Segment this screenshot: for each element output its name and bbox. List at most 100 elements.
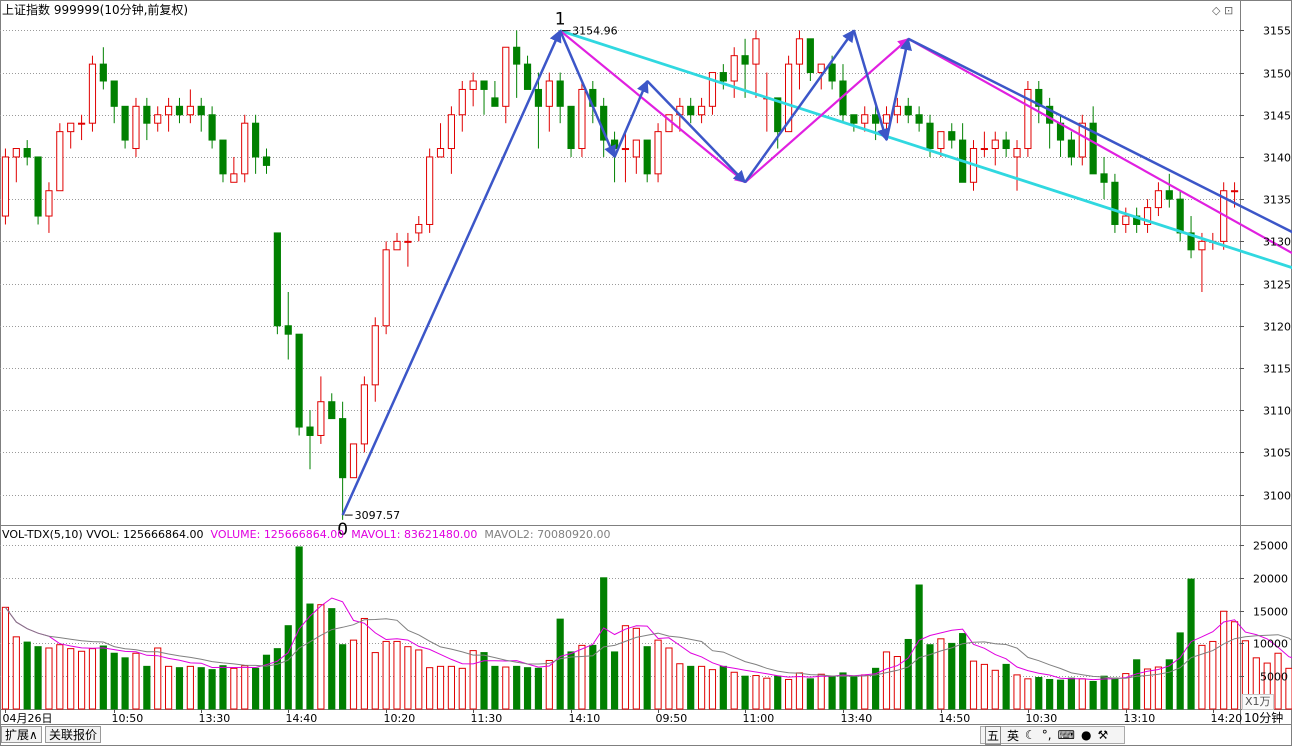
ime-lang[interactable]: 英	[1007, 727, 1019, 744]
volume-bar	[687, 665, 695, 710]
time-tick-label: 13:10	[1124, 712, 1156, 725]
candle-body	[458, 88, 466, 116]
time-tick-label: 10:30	[1026, 712, 1058, 725]
keyboard-icon[interactable]: ⌨	[1058, 728, 1075, 742]
candle-body	[1067, 139, 1075, 158]
candle	[67, 122, 75, 149]
volume-bar	[785, 678, 793, 710]
volume-bar	[208, 669, 216, 710]
candle-body	[1122, 215, 1130, 225]
volume-bar	[1078, 678, 1086, 710]
volume-tick-label: 25000	[1253, 540, 1288, 553]
candle	[687, 97, 695, 124]
candle	[88, 55, 97, 132]
volume-bar	[502, 666, 510, 710]
candle	[132, 97, 140, 157]
expand-tab[interactable]: 扩展∧	[1, 726, 42, 743]
candle-body	[426, 156, 434, 225]
candle-body	[1176, 198, 1184, 234]
wave-segment-magenta	[744, 37, 910, 184]
volume-bar	[600, 577, 608, 710]
candle-body	[360, 384, 368, 445]
volume-bar	[469, 650, 477, 710]
wave-lines	[341, 29, 1292, 516]
volume-bar	[534, 667, 543, 710]
candle-body	[56, 131, 64, 192]
mavol2-value: 70080920.00	[537, 528, 611, 541]
candle	[306, 410, 314, 470]
volume-bar	[969, 660, 978, 710]
candle	[34, 156, 42, 225]
window-control-icons[interactable]: ◇ ⊡	[1212, 4, 1233, 18]
volume-bar	[1067, 677, 1075, 710]
candle	[284, 292, 292, 360]
period-label[interactable]: 10分钟	[1244, 711, 1283, 725]
volume-bar	[610, 651, 619, 710]
instrument-name: 上证指数	[2, 3, 51, 17]
candle-body	[861, 114, 869, 124]
candle	[121, 105, 129, 149]
candle	[143, 97, 151, 141]
time-axis-ticks: 04月26日 10:50 13:30 14:40 10:20 11:30 14:10 09:5…	[3, 709, 1242, 725]
volume-bar	[306, 603, 314, 710]
candle	[632, 139, 640, 174]
candle	[752, 30, 760, 98]
volume-bar	[523, 667, 532, 710]
moon-icon[interactable]: ☾	[1025, 728, 1036, 742]
volume-bar	[545, 659, 553, 710]
volume-scale-label: X1万	[1242, 694, 1274, 710]
volume-bar	[915, 584, 923, 710]
candle	[317, 376, 325, 444]
kline-chart[interactable]: 13154.9603097.5710 310031053110311531203…	[0, 0, 1292, 746]
volume-indicator-name[interactable]: VOL-TDX(5,10)	[2, 528, 83, 541]
candle	[426, 148, 434, 233]
candle-body	[175, 105, 184, 116]
user-icon[interactable]: ●	[1081, 728, 1091, 742]
volume-bar	[252, 667, 260, 710]
volume-bar	[34, 646, 42, 710]
candle	[1056, 114, 1065, 157]
candle-body	[523, 63, 532, 90]
ime-mode[interactable]: 五	[985, 725, 1002, 745]
volume-bar	[426, 667, 434, 710]
volume-bar	[850, 675, 858, 710]
volume-bar	[882, 651, 891, 710]
volume-tick-label: 5000	[1260, 671, 1288, 684]
related-quotes-tab[interactable]: 关联报价	[45, 726, 102, 743]
volume-bar	[121, 657, 129, 710]
candle-body	[262, 156, 271, 166]
volume-bar	[513, 665, 521, 710]
candle-body	[850, 114, 858, 124]
candle	[1176, 190, 1184, 242]
time-tick-label: 14:10	[569, 712, 601, 725]
candle	[175, 97, 184, 124]
punctuation-icon[interactable]: °,	[1042, 728, 1052, 742]
volume-bar	[143, 665, 151, 710]
volume-tick-label: 10000	[1253, 638, 1288, 651]
mavol1-value: 83621480.00	[403, 528, 478, 541]
vvol-value: 125666864.00	[123, 528, 204, 541]
volume-bar	[88, 648, 97, 710]
candle	[850, 114, 858, 132]
candle-body	[23, 148, 31, 158]
candle-body	[502, 46, 510, 107]
wrench-icon[interactable]: ⚒	[1097, 728, 1108, 742]
candle	[436, 123, 445, 158]
candle	[339, 401, 347, 520]
candle	[806, 38, 814, 81]
price-tick-label: 3150	[1263, 68, 1291, 81]
volume-bar	[752, 675, 760, 710]
ime-toolbar[interactable]: 五 英 ☾ °, ⌨ ● ⚒	[980, 725, 1125, 745]
mavol2-label: MAVOL2:	[484, 528, 534, 541]
candle-body	[339, 418, 347, 479]
candle-body	[882, 114, 891, 124]
wave-segment-magenta	[559, 29, 746, 184]
wave-segment-blue	[646, 80, 746, 184]
wave-number-label: 1	[555, 10, 566, 30]
candle	[360, 376, 368, 453]
time-tick-label: 04月26日	[3, 712, 53, 725]
candle	[252, 114, 260, 174]
candle-body	[447, 114, 455, 150]
volume-bar	[991, 669, 999, 710]
candle-body	[513, 46, 521, 65]
